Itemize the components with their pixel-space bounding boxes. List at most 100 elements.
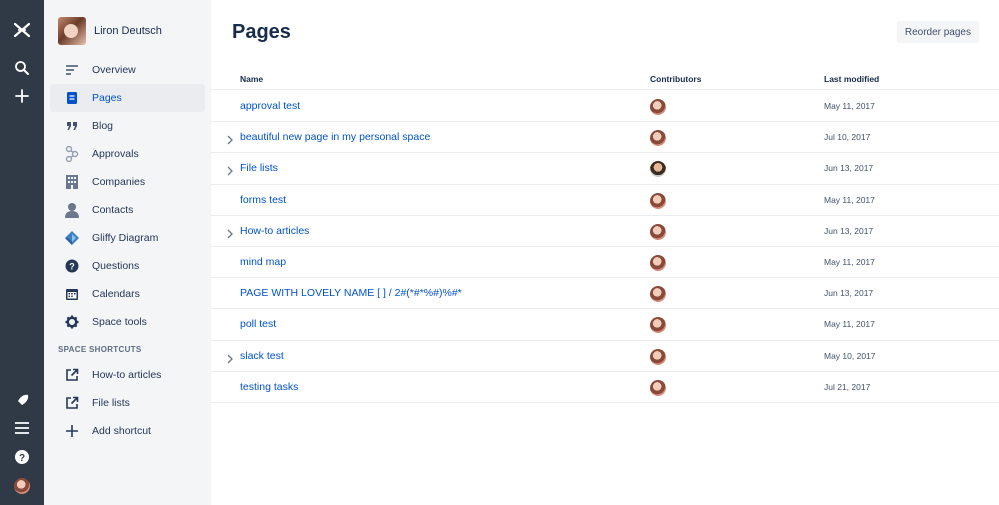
sidebar-item-label: Blog — [92, 120, 114, 132]
pages-icon — [64, 90, 80, 106]
sidebar-item-calendars[interactable]: Calendars — [50, 280, 205, 308]
sidebar-item-questions[interactable]: ? Questions — [50, 252, 205, 280]
last-modified-date: Jul 10, 2017 — [824, 132, 871, 143]
shortcut-label: How-to articles — [92, 369, 162, 381]
sidebar-item-label: Companies — [92, 176, 146, 188]
sidebar-item-contacts[interactable]: Contacts — [50, 196, 205, 224]
contributor-avatar[interactable] — [650, 379, 666, 396]
sidebar-item-label: Approvals — [92, 148, 139, 160]
shortcut-how-to-articles[interactable]: How-to articles — [50, 361, 205, 389]
last-modified-date: Jun 13, 2017 — [824, 163, 874, 174]
last-modified-date: May 11, 2017 — [824, 256, 875, 267]
shortcut-file-lists[interactable]: File lists — [50, 389, 205, 417]
sidebar-item-companies[interactable]: Companies — [50, 168, 205, 196]
page-title: Pages — [232, 21, 291, 43]
approvals-icon — [64, 146, 80, 162]
contributor-avatar[interactable] — [650, 99, 666, 115]
add-shortcut-button[interactable]: Add shortcut — [50, 417, 205, 445]
column-header-contributors: Contributors — [650, 74, 702, 84]
chevron-right-icon[interactable] — [225, 226, 235, 239]
page-title-link[interactable]: How-to articles — [240, 225, 309, 237]
contributor-avatar[interactable] — [650, 286, 666, 303]
contributor-avatar[interactable] — [650, 223, 666, 240]
sidebar-item-pages[interactable]: Pages — [50, 84, 205, 112]
profile-icon[interactable] — [10, 474, 34, 498]
page-title-link[interactable]: mind map — [240, 256, 286, 268]
table-row: approval test May 11, 2017 — [211, 91, 999, 123]
page-title-link[interactable]: testing tasks — [240, 381, 298, 393]
search-icon[interactable] — [10, 56, 34, 80]
external-link-icon — [64, 367, 80, 383]
sidebar-item-label: Space tools — [92, 316, 147, 328]
page-title-link[interactable]: slack test — [240, 350, 284, 362]
contributor-avatar[interactable] — [650, 317, 666, 334]
table-row: File lists Jun 13, 2017 — [211, 153, 999, 185]
contributor-avatar[interactable] — [650, 161, 666, 178]
main-content: Pages Reorder pages Name Contributors La… — [211, 0, 999, 505]
page-title-link[interactable]: approval test — [240, 100, 300, 112]
sidebar-nav: Overview Pages Blog Approvals Companies … — [50, 56, 205, 336]
contributor-avatar[interactable] — [650, 192, 666, 209]
global-nav: ? — [0, 0, 44, 505]
svg-text:?: ? — [69, 262, 75, 272]
sidebar-item-approvals[interactable]: Approvals — [50, 140, 205, 168]
sidebar-item-label: Questions — [92, 260, 140, 272]
last-modified-date: Jul 21, 2017 — [824, 381, 871, 392]
contributor-avatar[interactable] — [650, 348, 666, 365]
questions-icon: ? — [64, 258, 80, 274]
table-row: beautiful new page in my personal space J… — [211, 122, 999, 154]
pages-table: approval test May 11, 2017 beautiful new p… — [211, 91, 999, 403]
logo-icon[interactable] — [10, 18, 34, 42]
help-icon[interactable]: ? — [10, 445, 34, 469]
sidebar-item-label: Contacts — [92, 204, 134, 216]
plus-icon — [64, 423, 80, 439]
page-title-link[interactable]: poll test — [240, 318, 276, 330]
sidebar-item-blog[interactable]: Blog — [50, 112, 205, 140]
page-title-link[interactable]: PAGE WITH LOVELY NAME [ ] / 2#(*#*%#)%#* — [240, 287, 462, 299]
last-modified-date: May 10, 2017 — [824, 350, 876, 361]
contributor-avatar[interactable] — [650, 130, 666, 147]
sidebar-item-overview[interactable]: Overview — [50, 56, 205, 84]
last-modified-date: Jun 13, 2017 — [824, 288, 874, 299]
page-title-link[interactable]: File lists — [240, 162, 278, 174]
space-header[interactable]: Liron Deutsch — [58, 17, 162, 45]
blog-quote-icon — [64, 118, 80, 134]
last-modified-date: Jun 13, 2017 — [824, 225, 874, 236]
shortcut-list: How-to articles File lists Add shortcut — [50, 361, 205, 445]
sidebar-item-gliffy-diagram[interactable]: Gliffy Diagram — [50, 224, 205, 252]
sidebar-item-label: Calendars — [92, 288, 140, 300]
column-header-name[interactable]: Name — [240, 74, 263, 84]
contributor-avatar[interactable] — [650, 254, 666, 271]
sidebar-item-space-tools[interactable]: Space tools — [50, 308, 205, 336]
page-title-link[interactable]: forms test — [240, 194, 286, 206]
sidebar-item-label: Gliffy Diagram — [92, 232, 159, 244]
space-name[interactable]: Liron Deutsch — [94, 25, 162, 37]
chevron-right-icon[interactable] — [225, 351, 235, 363]
shortcuts-heading: SPACE SHORTCUTS — [58, 345, 142, 354]
gliffy-icon — [64, 230, 80, 246]
chevron-right-icon[interactable] — [225, 132, 235, 145]
table-header: Name Contributors Last modified — [211, 70, 999, 90]
space-sidebar: Liron Deutsch Overview Pages Blog Approv… — [44, 0, 211, 505]
column-header-last-modified[interactable]: Last modified — [824, 74, 879, 84]
table-row: mind map May 11, 2017 — [211, 247, 999, 279]
menu-icon[interactable] — [10, 416, 34, 440]
table-row: How-to articles Jun 13, 2017 — [211, 216, 999, 247]
shortcut-label: Add shortcut — [92, 425, 151, 437]
last-modified-date: May 11, 2017 — [824, 101, 875, 111]
reorder-pages-button[interactable]: Reorder pages — [896, 21, 979, 43]
external-link-icon — [64, 395, 80, 411]
space-avatar[interactable] — [58, 17, 86, 45]
table-row: forms test May 11, 2017 — [211, 185, 999, 216]
table-row: testing tasks Jul 21, 2017 — [211, 372, 999, 403]
calendar-icon — [64, 286, 80, 302]
companies-icon — [64, 174, 80, 190]
create-icon[interactable] — [10, 84, 34, 108]
table-row: PAGE WITH LOVELY NAME [ ] / 2#(*#*%#)%#*… — [211, 278, 999, 310]
chevron-right-icon[interactable] — [225, 163, 235, 176]
gear-icon — [64, 314, 80, 330]
overview-icon — [64, 62, 80, 78]
page-title-link[interactable]: beautiful new page in my personal space — [240, 131, 430, 143]
last-modified-date: May 11, 2017 — [824, 194, 875, 205]
notifications-icon[interactable] — [10, 389, 34, 413]
